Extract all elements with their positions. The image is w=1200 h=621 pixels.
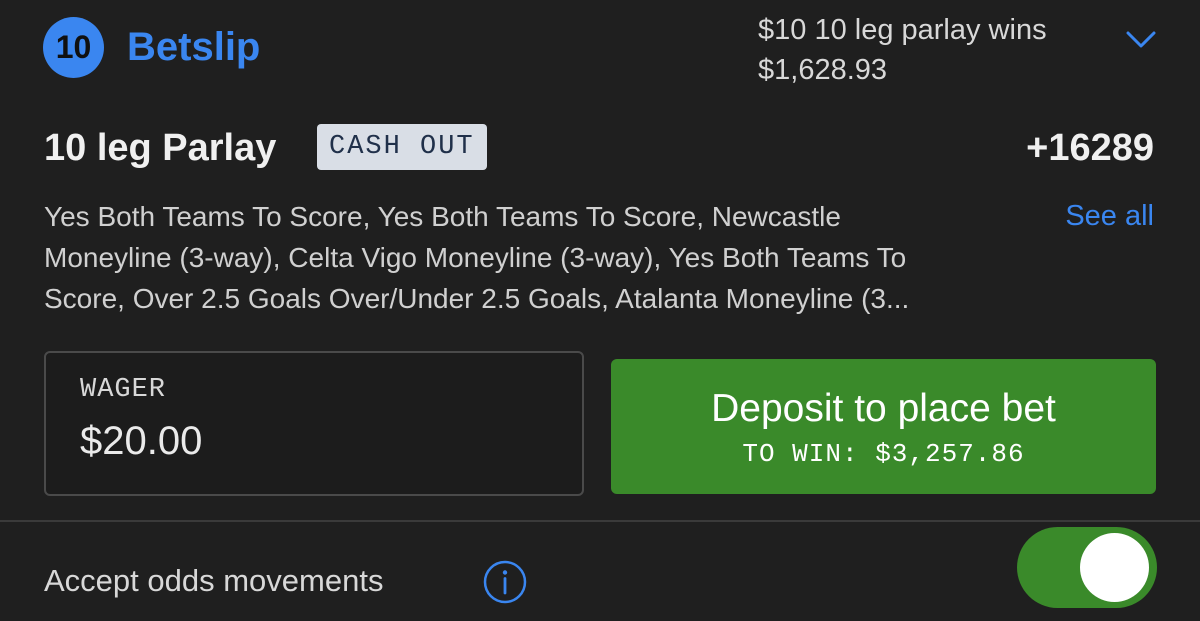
summary-line-1: $10 10 leg parlay wins <box>758 14 1047 46</box>
accept-odds-label: Accept odds movements <box>44 563 384 598</box>
parlay-odds: +16289 <box>1026 127 1154 169</box>
chevron-down-icon[interactable] <box>1124 22 1158 56</box>
section-divider <box>0 520 1200 522</box>
deposit-button-label: Deposit to place bet <box>711 387 1056 430</box>
legs-line-1: Yes Both Teams To Score, Yes Both Teams … <box>44 201 841 232</box>
wager-value[interactable]: $20.00 <box>80 419 202 464</box>
info-icon[interactable] <box>482 559 528 605</box>
leg-count-badge: 10 <box>43 17 104 78</box>
betslip-title: Betslip <box>127 25 261 69</box>
parlay-title: 10 leg Parlay <box>44 127 277 169</box>
parlay-summary: $10 10 leg parlay wins $1,628.93 <box>758 10 1098 90</box>
wager-input[interactable]: WAGER $20.00 <box>44 351 584 496</box>
deposit-to-place-bet-button[interactable]: Deposit to place bet TO WIN: $3,257.86 <box>611 359 1156 494</box>
see-all-link[interactable]: See all <box>1065 196 1154 237</box>
wager-label: WAGER <box>80 375 167 405</box>
toggle-knob <box>1080 533 1149 602</box>
legs-line-2: Moneyline (3-way), Celta Vigo Moneyline … <box>44 242 907 273</box>
summary-line-2: $1,628.93 <box>758 54 888 86</box>
betslip-header[interactable]: 10 Betslip $10 10 leg parlay wins $1,628… <box>0 0 1200 110</box>
cash-out-badge[interactable]: CASH OUT <box>317 124 487 170</box>
parlay-legs-description: Yes Both Teams To Score, Yes Both Teams … <box>44 196 1044 319</box>
legs-line-3: Score, Over 2.5 Goals Over/Under 2.5 Goa… <box>44 283 910 314</box>
to-win-amount: TO WIN: $3,257.86 <box>742 439 1025 469</box>
accept-odds-toggle[interactable] <box>1017 527 1157 608</box>
